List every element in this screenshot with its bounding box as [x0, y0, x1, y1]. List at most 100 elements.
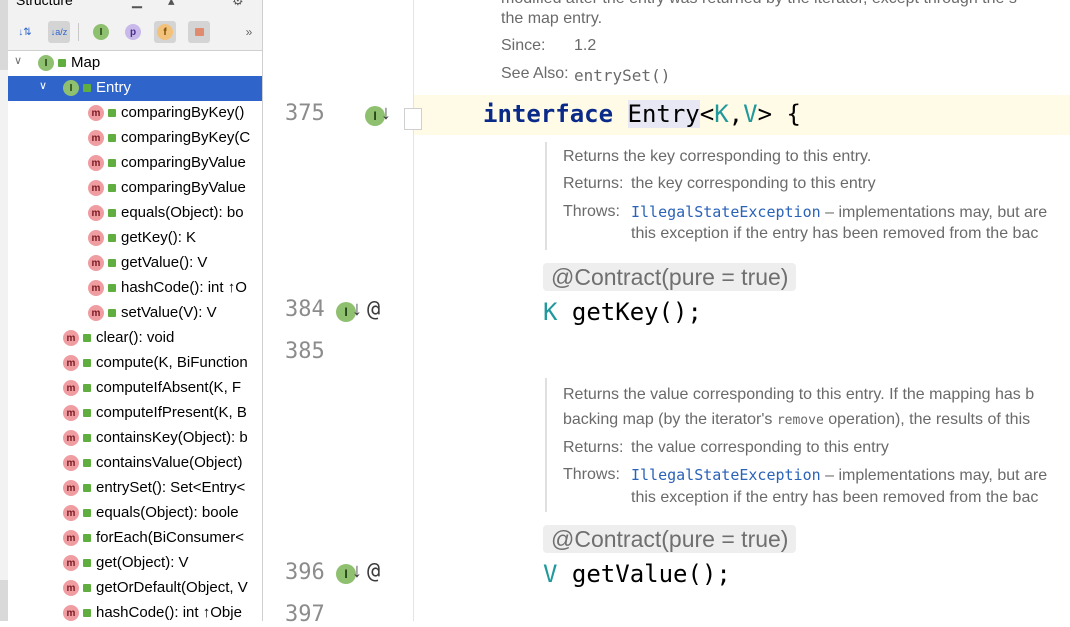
public-access-icon	[108, 134, 116, 142]
method-icon: m	[88, 180, 104, 196]
tree-item[interactable]: m clear(): void	[8, 326, 262, 351]
tree-item[interactable]: m hashCode(): int ↑Obje	[8, 601, 262, 621]
settings-gear-icon[interactable]: ⚙	[232, 0, 244, 9]
tree-item-label: entrySet(): Set<Entry<	[96, 479, 246, 496]
public-access-icon	[83, 459, 91, 467]
down-arrow-icon[interactable]: ↓	[352, 560, 362, 583]
tree-item[interactable]: m containsValue(Object)	[8, 451, 262, 476]
tree-item[interactable]: m comparingByValue	[8, 151, 262, 176]
properties-icon: p	[125, 24, 141, 40]
doc-text: modified after the entry was returned by…	[501, 0, 1017, 8]
javadoc-getkey: Returns the key corresponding to this en…	[545, 142, 1047, 250]
line-number: 375	[285, 101, 325, 126]
see-also-link[interactable]: entrySet()	[574, 66, 670, 85]
public-access-icon	[83, 434, 91, 442]
down-arrow-icon[interactable]: ↓	[381, 102, 391, 125]
inherited-icon: I	[93, 24, 109, 40]
structure-tool-tab[interactable]	[0, 0, 8, 70]
method-icon: m	[63, 530, 79, 546]
tree-item[interactable]: m computeIfAbsent(K, F	[8, 376, 262, 401]
tree-item-label: equals(Object): boole	[96, 504, 239, 521]
tree-item[interactable]: m equals(Object): bo	[8, 201, 262, 226]
contract-annotation[interactable]: @Contract(pure = true)	[543, 263, 797, 291]
public-access-icon	[58, 59, 66, 67]
method-icon: m	[63, 380, 79, 396]
doc-description: Returns the key corresponding to this en…	[563, 148, 872, 165]
doc-description-cont: backing map (by the iterator's remove op…	[563, 411, 1031, 428]
tree-item-label: computeIfAbsent(K, F	[96, 379, 242, 396]
exception-link[interactable]: IllegalStateException	[631, 203, 821, 221]
tree-item[interactable]: m getValue(): V	[8, 251, 262, 276]
tree-item[interactable]: ∨ I Map	[8, 51, 262, 76]
tree-item[interactable]: ∨ I Entry	[8, 76, 262, 101]
tree-item-label: compute(K, BiFunction	[96, 354, 248, 371]
method-icon: m	[88, 280, 104, 296]
doc-returns-label: Returns:	[563, 175, 624, 192]
show-inherited-button[interactable]: I	[90, 21, 112, 43]
method-icon: m	[88, 255, 104, 271]
public-access-icon	[108, 309, 116, 317]
tree-item[interactable]: m computeIfPresent(K, B	[8, 401, 262, 426]
annotation-at-icon[interactable]: @	[367, 297, 380, 322]
sort-alphabetically-button[interactable]: ↓a/z	[48, 21, 70, 43]
structure-title: Structure	[16, 0, 73, 8]
code-line-375[interactable]: interface Entry<K,V> {	[483, 100, 801, 128]
tree-item[interactable]: m comparingByKey()	[8, 101, 262, 126]
line-number: 385	[285, 339, 325, 364]
code-line-384[interactable]: K getKey();	[543, 298, 702, 326]
method-icon: m	[63, 355, 79, 371]
tree-item[interactable]: m get(Object): V	[8, 551, 262, 576]
show-non-public-button[interactable]	[188, 21, 210, 43]
public-access-icon	[108, 234, 116, 242]
tree-item-label: getKey(): K	[121, 229, 197, 246]
line-number: 397	[285, 602, 325, 627]
bottom-tool-tab[interactable]	[0, 580, 8, 621]
method-icon: m	[63, 405, 79, 421]
sort-alpha-icon: ↓a/z	[50, 27, 68, 37]
tree-item-label: Entry	[96, 79, 132, 96]
tree-item[interactable]: m comparingByKey(C	[8, 126, 262, 151]
tree-item[interactable]: m hashCode(): int ↑O	[8, 276, 262, 301]
doc-returns-text: the key corresponding to this entry	[631, 175, 876, 192]
show-fields-button[interactable]: f	[154, 21, 176, 43]
method-icon: m	[63, 505, 79, 521]
lock-icon	[194, 28, 204, 36]
tree-item[interactable]: m getKey(): K	[8, 226, 262, 251]
tree-item-label: equals(Object): bo	[121, 204, 244, 221]
annotation-at-icon[interactable]: @	[367, 559, 380, 584]
contract-annotation[interactable]: @Contract(pure = true)	[543, 525, 797, 553]
chevron-down-icon[interactable]: ∨	[14, 54, 22, 67]
tree-item[interactable]: m containsKey(Object): b	[8, 426, 262, 451]
sort-by-visibility-button[interactable]: ↓⇅	[14, 21, 36, 43]
tree-item[interactable]: m entrySet(): Set<Entry<	[8, 476, 262, 501]
method-icon: m	[63, 605, 79, 621]
tree-item[interactable]: m forEach(BiConsumer<	[8, 526, 262, 551]
doc-throws-cont: this exception if the entry has been rem…	[631, 489, 1039, 506]
method-icon: m	[63, 430, 79, 446]
method-icon: m	[88, 305, 104, 321]
code-line-396[interactable]: V getValue();	[543, 560, 731, 588]
line-number: 384	[285, 297, 325, 322]
public-access-icon	[83, 509, 91, 517]
tree-item[interactable]: m setValue(V): V	[8, 301, 262, 326]
tree-item[interactable]: m equals(Object): boole	[8, 501, 262, 526]
chevron-down-icon[interactable]: ∨	[39, 79, 47, 92]
scroll-up-icon[interactable]: ▴	[168, 0, 175, 9]
down-arrow-icon[interactable]: ↓	[352, 298, 362, 321]
tree-item-label: get(Object): V	[96, 554, 189, 571]
public-access-icon	[108, 159, 116, 167]
fold-marker-icon[interactable]	[404, 108, 422, 130]
structure-toolbar: ↓⇅ ↓a/z I p f »	[8, 14, 262, 51]
doc-throws: IllegalStateException – implementations …	[631, 203, 1048, 221]
show-properties-button[interactable]: p	[122, 21, 144, 43]
method-icon: m	[88, 205, 104, 221]
tree-item-label: Map	[71, 54, 101, 71]
since-value: 1.2	[574, 37, 597, 54]
exception-link[interactable]: IllegalStateException	[631, 466, 821, 484]
tree-item[interactable]: m comparingByValue	[8, 176, 262, 201]
tree-item[interactable]: m compute(K, BiFunction	[8, 351, 262, 376]
more-toolbar-button[interactable]: »	[238, 21, 260, 43]
collapse-all-icon[interactable]: ▁	[132, 0, 142, 9]
tree-item[interactable]: m getOrDefault(Object, V	[8, 576, 262, 601]
entry-identifier: Entry	[627, 100, 700, 128]
